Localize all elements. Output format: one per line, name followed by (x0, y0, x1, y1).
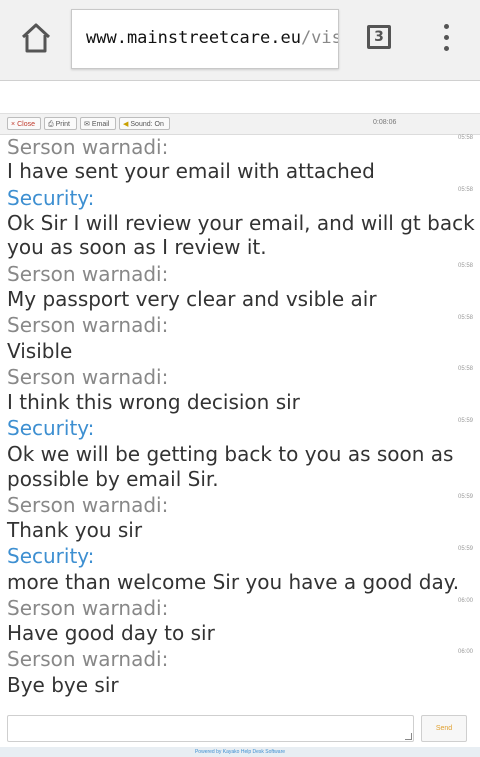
tabs-icon[interactable]: 3 (367, 25, 391, 49)
message-timestamp: 05:59 (458, 546, 474, 552)
message-text: Have good day to sir (7, 621, 215, 645)
overflow-menu-icon[interactable] (438, 24, 454, 54)
message-timestamp: 06:00 (458, 598, 474, 604)
url-path: /visi (300, 28, 338, 48)
message-sender: Serson warnadi: (7, 365, 169, 389)
printer-icon: ⎙ (48, 121, 54, 128)
message-text: more than welcome Sir you have a good da… (7, 570, 460, 594)
close-label: Close (17, 121, 35, 128)
chat-timer: 0:08:06 (373, 119, 397, 126)
message-input[interactable] (7, 715, 414, 742)
print-label: Print (55, 121, 71, 128)
email-button[interactable]: ✉ Email (80, 117, 116, 130)
email-label: Email (91, 121, 110, 128)
home-icon[interactable] (16, 18, 56, 58)
powered-by-footer[interactable]: Powered by Kayako Help Desk Software (0, 747, 480, 757)
url-host: www.mainstreetcare.eu (86, 28, 301, 48)
tab-count: 3 (374, 29, 384, 45)
send-button[interactable]: Send (421, 715, 467, 742)
print-button[interactable]: ⎙ Print (44, 117, 77, 130)
close-button[interactable]: × Close (7, 117, 41, 130)
message-timestamp: 05:58 (458, 315, 474, 321)
message-sender: Serson warnadi: (7, 262, 169, 286)
browser-toolbar: www.mainstreetcare.eu/visi 3 (0, 0, 480, 81)
chat-toolbar: × Close ⎙ Print ✉ Email ◀ Sound: On 0:08:06 (0, 113, 480, 135)
message-text: Bye bye sir (7, 673, 119, 697)
message-text: Ok Sir I will review your email, and wil… (7, 211, 480, 235)
message-text: Thank you sir (7, 518, 143, 542)
message-sender: Security: (7, 186, 95, 210)
message-timestamp: 06:00 (458, 649, 474, 655)
close-icon: × (11, 121, 16, 128)
message-sender: Serson warnadi: (7, 493, 169, 517)
sound-button[interactable]: ◀ Sound: On (119, 117, 170, 130)
resize-handle-icon[interactable] (405, 733, 412, 740)
message-timestamp: 05:58 (458, 187, 474, 193)
message-sender: Serson warnadi: (7, 313, 169, 337)
message-text: Visible (7, 339, 73, 363)
address-bar[interactable]: www.mainstreetcare.eu/visi (71, 9, 339, 69)
chat-transcript[interactable]: 05:58 Serson warnadi: I have sent your e… (0, 134, 480, 702)
message-timestamp: 05:59 (458, 494, 474, 500)
message-text: I think this wrong decision sir (7, 390, 300, 414)
message-text: you as soon as I review it. (7, 235, 267, 259)
message-sender: Security: (7, 416, 95, 440)
message-sender: Security: (7, 544, 95, 568)
message-text: I have sent your email with attached (7, 159, 375, 183)
message-text: Ok we will be getting back to you as soo… (7, 442, 454, 466)
message-text: possible by email Sir. (7, 467, 219, 491)
message-timestamp: 05:59 (458, 418, 474, 424)
message-sender: Serson warnadi: (7, 647, 169, 671)
message-timestamp: 05:58 (458, 366, 474, 372)
speaker-icon: ◀ (123, 121, 129, 128)
message-timestamp: 05:58 (458, 263, 474, 269)
message-timestamp: 05:58 (458, 135, 474, 141)
message-text: My passport very clear and vsible air (7, 287, 377, 311)
message-sender: Serson warnadi: (7, 135, 169, 159)
sound-label: Sound: On (130, 121, 164, 128)
address-text: www.mainstreetcare.eu/visi (86, 28, 338, 48)
envelope-icon: ✉ (84, 121, 90, 128)
message-sender: Serson warnadi: (7, 596, 169, 620)
